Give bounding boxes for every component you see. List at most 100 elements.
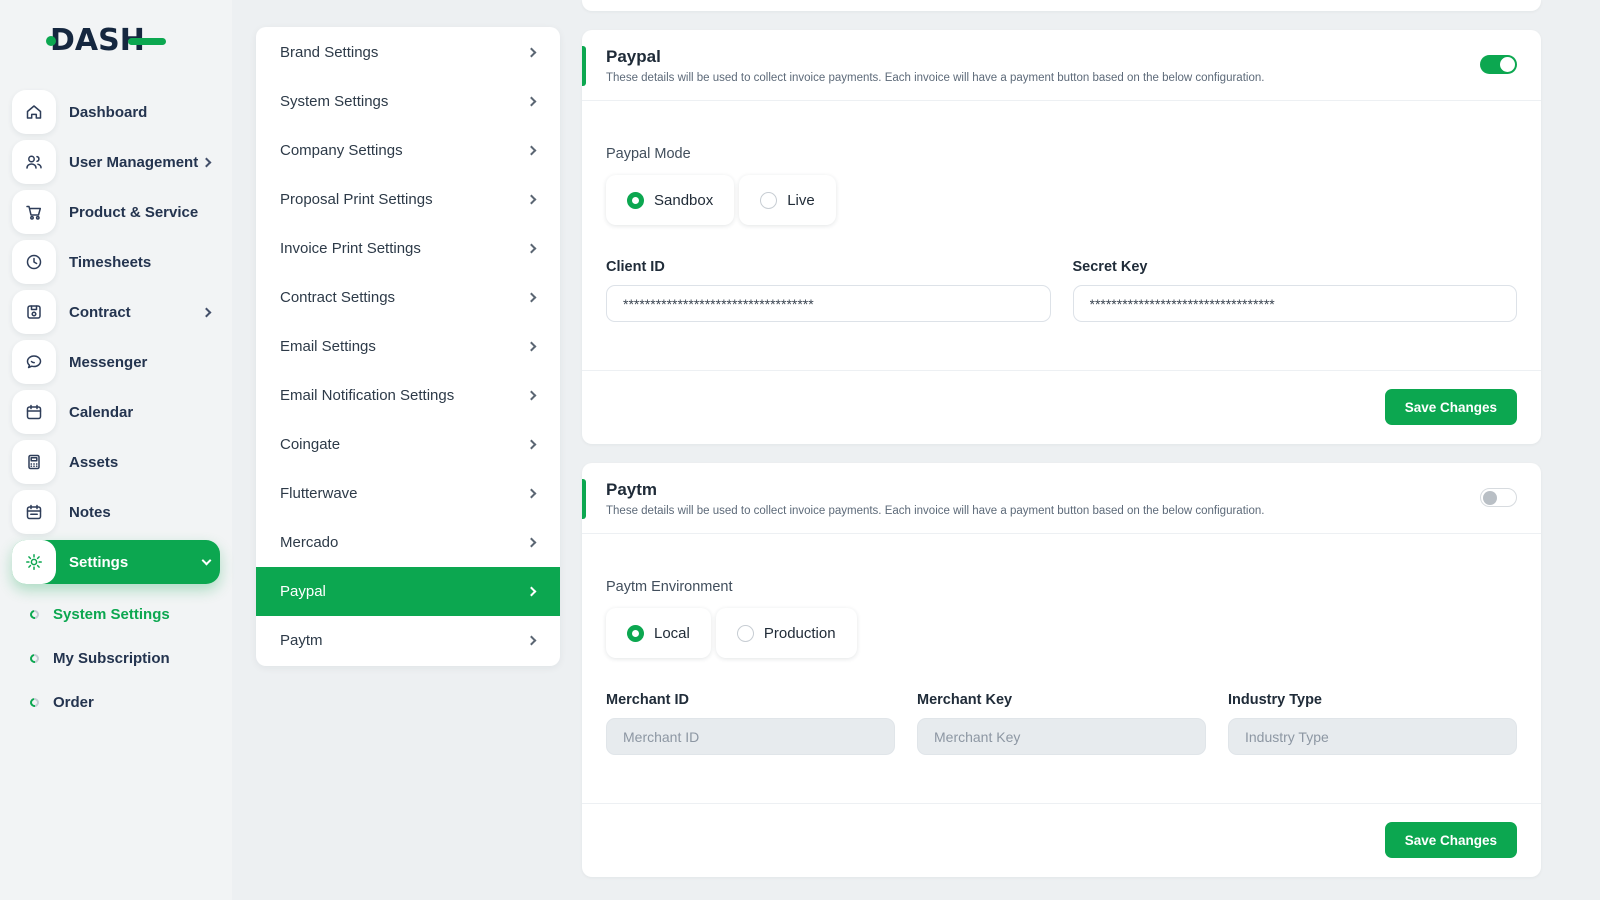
sidebar-item-label: User Management	[69, 154, 198, 171]
paypal-mode-sandbox[interactable]: Sandbox	[606, 175, 734, 225]
paypal-card-footer: Save Changes	[582, 370, 1541, 444]
radio-label: Production	[764, 625, 836, 642]
paytm-environment-options: Local Production	[606, 608, 1517, 658]
chevron-right-icon	[527, 293, 537, 303]
paypal-mode-label: Paypal Mode	[606, 146, 1517, 162]
paytm-save-button[interactable]: Save Changes	[1385, 822, 1517, 858]
chevron-right-icon	[527, 391, 537, 401]
contract-icon	[12, 290, 56, 334]
menu-item-label: Mercado	[280, 534, 338, 551]
chevron-right-icon	[202, 307, 212, 317]
merchant-id-label: Merchant ID	[606, 692, 895, 708]
menu-item-label: Paypal	[280, 583, 326, 600]
main-content: Paypal These details will be used to col…	[582, 0, 1541, 877]
settings-menu-item-system-settings[interactable]: System Settings	[256, 77, 560, 126]
notes-icon	[12, 490, 56, 534]
sidebar-item-messenger[interactable]: Messenger	[12, 340, 220, 384]
client-id-field-group: Client ID	[606, 259, 1051, 322]
sidebar-item-label: Timesheets	[69, 254, 151, 271]
chevron-right-icon	[527, 97, 537, 107]
settings-menu-item-paypal[interactable]: Paypal	[256, 567, 560, 616]
accent-bar	[582, 46, 586, 86]
sidebar-item-label: Dashboard	[69, 104, 147, 121]
paytm-card-header: Paytm These details will be used to coll…	[582, 463, 1541, 534]
radio-selected-icon	[627, 625, 644, 642]
settings-menu-item-mercado[interactable]: Mercado	[256, 518, 560, 567]
menu-item-label: Company Settings	[280, 142, 403, 159]
bullet-icon	[28, 696, 41, 709]
subnav-item-order[interactable]: Order	[30, 680, 220, 724]
calendar-icon	[12, 390, 56, 434]
chevron-right-icon	[527, 489, 537, 499]
secret-key-label: Secret Key	[1073, 259, 1518, 275]
subnav-item-my-subscription[interactable]: My Subscription	[30, 636, 220, 680]
sidebar-item-timesheets[interactable]: Timesheets	[12, 240, 220, 284]
chevron-right-icon	[527, 440, 537, 450]
sidebar-item-notes[interactable]: Notes	[12, 490, 220, 534]
chat-icon	[12, 340, 56, 384]
settings-menu-item-email-notification-settings[interactable]: Email Notification Settings	[256, 371, 560, 420]
industry-type-input[interactable]	[1228, 718, 1517, 755]
gear-icon	[12, 540, 56, 584]
sidebar-item-label: Messenger	[69, 354, 147, 371]
sidebar-item-label: Product & Service	[69, 204, 198, 221]
paypal-mode-live[interactable]: Live	[739, 175, 836, 225]
settings-menu-item-email-settings[interactable]: Email Settings	[256, 322, 560, 371]
paytm-env-local[interactable]: Local	[606, 608, 711, 658]
chevron-right-icon	[527, 146, 537, 156]
merchant-id-field-group: Merchant ID	[606, 692, 895, 755]
menu-item-label: Flutterwave	[280, 485, 358, 502]
sidebar-item-dashboard[interactable]: Dashboard	[12, 90, 220, 134]
accent-bar	[582, 479, 586, 519]
brand-logo: DASH	[46, 20, 220, 60]
radio-label: Sandbox	[654, 192, 713, 209]
toggle-knob	[1483, 491, 1497, 505]
paypal-card-header: Paypal These details will be used to col…	[582, 30, 1541, 101]
chevron-right-icon	[527, 538, 537, 548]
paypal-toggle[interactable]	[1480, 55, 1517, 74]
settings-menu-item-coingate[interactable]: Coingate	[256, 420, 560, 469]
sidebar-item-assets[interactable]: Assets	[12, 440, 220, 484]
paypal-description: These details will be used to collect in…	[606, 72, 1264, 84]
merchant-key-field-group: Merchant Key	[917, 692, 1206, 755]
logo-dot-icon	[46, 36, 56, 46]
merchant-key-input[interactable]	[917, 718, 1206, 755]
settings-menu-item-proposal-print-settings[interactable]: Proposal Print Settings	[256, 175, 560, 224]
settings-menu-item-contract-settings[interactable]: Contract Settings	[256, 273, 560, 322]
settings-menu-item-invoice-print-settings[interactable]: Invoice Print Settings	[256, 224, 560, 273]
assets-icon	[12, 440, 56, 484]
paypal-mode-options: Sandbox Live	[606, 175, 1517, 225]
secret-key-input[interactable]	[1073, 285, 1518, 322]
sidebar-item-contract[interactable]: Contract	[12, 290, 220, 334]
settings-menu-item-brand-settings[interactable]: Brand Settings	[256, 28, 560, 77]
paytm-environment-label: Paytm Environment	[606, 579, 1517, 595]
paypal-card: Paypal These details will be used to col…	[582, 30, 1541, 444]
sidebar: DASH Dashboard User Management Product &…	[0, 0, 232, 900]
sidebar-item-settings[interactable]: Settings	[12, 540, 220, 584]
bullet-icon	[28, 652, 41, 665]
sidebar-item-user-management[interactable]: User Management	[12, 140, 220, 184]
sidebar-item-label: Notes	[69, 504, 111, 521]
settings-menu-item-paytm[interactable]: Paytm	[256, 616, 560, 665]
client-id-input[interactable]	[606, 285, 1051, 322]
menu-item-label: System Settings	[280, 93, 388, 110]
chevron-right-icon	[527, 48, 537, 58]
paytm-env-production[interactable]: Production	[716, 608, 857, 658]
subnav-item-system-settings[interactable]: System Settings	[30, 592, 220, 636]
sidebar-item-label: Assets	[69, 454, 118, 471]
settings-menu-item-company-settings[interactable]: Company Settings	[256, 126, 560, 175]
merchant-id-input[interactable]	[606, 718, 895, 755]
menu-item-label: Coingate	[280, 436, 340, 453]
sidebar-item-product-service[interactable]: Product & Service	[12, 190, 220, 234]
clock-icon	[12, 240, 56, 284]
client-id-label: Client ID	[606, 259, 1051, 275]
users-icon	[12, 140, 56, 184]
paytm-card: Paytm These details will be used to coll…	[582, 463, 1541, 877]
sidebar-item-label: Settings	[69, 554, 128, 571]
menu-item-label: Contract Settings	[280, 289, 395, 306]
paytm-toggle[interactable]	[1480, 488, 1517, 507]
menu-item-label: Proposal Print Settings	[280, 191, 433, 208]
paypal-save-button[interactable]: Save Changes	[1385, 389, 1517, 425]
settings-menu-item-flutterwave[interactable]: Flutterwave	[256, 469, 560, 518]
sidebar-item-calendar[interactable]: Calendar	[12, 390, 220, 434]
